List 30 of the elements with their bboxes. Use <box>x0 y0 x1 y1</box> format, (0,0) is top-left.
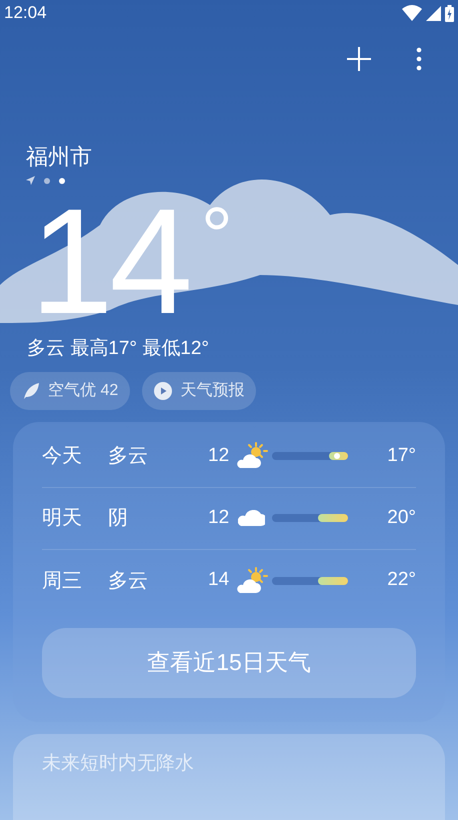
high-temperature: 20° <box>387 506 416 530</box>
plus-icon <box>346 46 372 72</box>
precipitation-text: 未来短时内无降水 <box>42 752 194 774</box>
forecast-condition: 阴 <box>108 506 129 531</box>
wifi-icon <box>402 5 422 21</box>
high-temperature: 22° <box>387 568 416 592</box>
forecast-day: 明天 <box>42 503 108 533</box>
forecast-condition: 多云 <box>108 444 149 469</box>
forecast-day: 今天 <box>42 441 108 471</box>
cloud-icon <box>238 510 264 526</box>
forecast-condition: 多云 <box>108 568 149 594</box>
low-temperature: 12 <box>208 506 230 530</box>
degree-symbol: ° <box>200 191 233 281</box>
info-chip[interactable]: 空气优 42 <box>10 372 130 410</box>
play-icon <box>154 382 172 400</box>
battery-icon <box>445 4 454 22</box>
low-temperature: 12 <box>208 444 230 468</box>
status-time: 12:04 <box>4 2 47 24</box>
more-icon <box>416 47 422 71</box>
partly-cloudy-icon <box>234 442 268 470</box>
forecast-day: 周三 <box>42 566 108 596</box>
info-chip[interactable]: 天气预报 <box>142 372 256 410</box>
fifteen-day-forecast-button[interactable]: 查看近15日天气 <box>42 628 416 698</box>
city-name: 福州市 <box>26 146 92 168</box>
low-temperature: 14 <box>208 568 230 592</box>
leaf-icon <box>22 382 40 400</box>
partly-cloudy-icon <box>234 566 268 594</box>
weather-summary: 多云 最高17° 最低12° <box>26 337 210 361</box>
signal-icon <box>426 6 441 20</box>
high-temperature: 17° <box>387 444 416 468</box>
